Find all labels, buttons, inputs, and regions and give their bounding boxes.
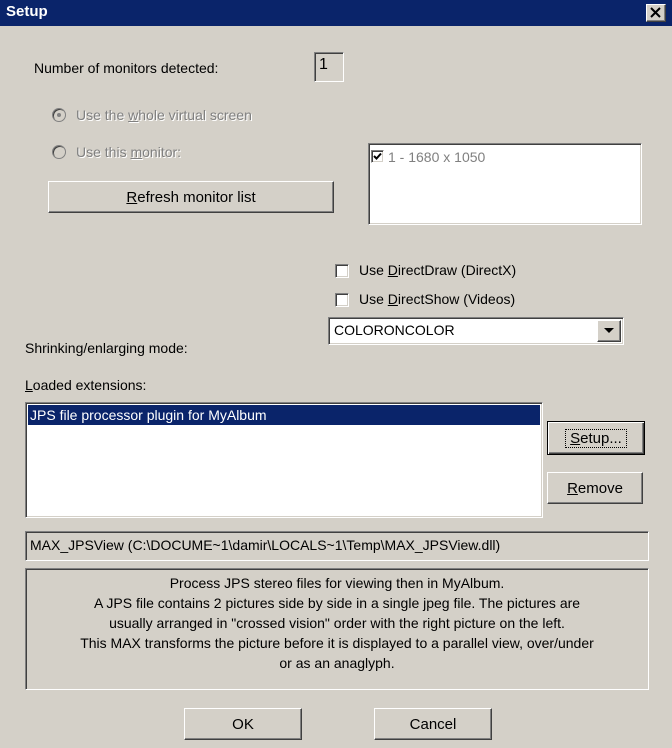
directdraw-checkbox[interactable] bbox=[335, 264, 349, 278]
extension-remove-button[interactable]: Remove bbox=[547, 472, 643, 504]
extension-setup-button[interactable]: Setup... bbox=[547, 421, 645, 455]
refresh-button-label: Refresh monitor list bbox=[126, 188, 256, 206]
description-line: or as an anaglyph. bbox=[279, 655, 395, 671]
setup-button-label: Setup... bbox=[565, 428, 627, 448]
radio-whole-virtual-screen[interactable] bbox=[52, 108, 66, 122]
description-line: usually arranged in "crossed vision" ord… bbox=[109, 615, 565, 631]
loaded-extensions-label: Loaded extensions: bbox=[25, 377, 147, 393]
monitors-count-value: 1 bbox=[319, 56, 328, 73]
cancel-button[interactable]: Cancel bbox=[374, 708, 492, 740]
remove-button-label: Remove bbox=[567, 479, 623, 497]
window-title: Setup bbox=[6, 3, 48, 20]
extension-list-item[interactable]: JPS file processor plugin for MyAlbum bbox=[28, 405, 540, 425]
chevron-down-icon bbox=[604, 328, 614, 333]
monitors-count-field: 1 bbox=[314, 52, 344, 82]
radio-this-label: Use this monitor: bbox=[76, 144, 182, 160]
directshow-label: Use DirectShow (Videos) bbox=[359, 291, 516, 307]
shrink-mode-value: COLORONCOLOR bbox=[334, 322, 455, 338]
close-icon bbox=[650, 7, 661, 18]
monitor-list-item-label: 1 - 1680 x 1050 bbox=[388, 149, 486, 165]
extension-path-field: MAX_JPSView (C:\DOCUME~1\damir\LOCALS~1\… bbox=[25, 531, 649, 561]
directdraw-label: Use DirectDraw (DirectX) bbox=[359, 262, 517, 278]
refresh-monitor-list-button[interactable]: Refresh monitor list bbox=[48, 181, 334, 213]
radio-this-monitor[interactable] bbox=[52, 145, 66, 159]
close-button[interactable] bbox=[646, 4, 666, 22]
directshow-checkbox[interactable] bbox=[335, 293, 349, 307]
title-bar[interactable] bbox=[0, 0, 672, 26]
description-line: This MAX transforms the picture before i… bbox=[80, 635, 594, 651]
ok-button[interactable]: OK bbox=[184, 708, 302, 740]
extension-path: MAX_JPSView (C:\DOCUME~1\damir\LOCALS~1\… bbox=[30, 537, 501, 553]
check-icon bbox=[373, 152, 382, 160]
radio-whole-label: Use the whole virtual screen bbox=[76, 107, 252, 123]
shrink-mode-label: Shrinking/enlarging mode: bbox=[25, 340, 188, 356]
monitors-count-label: Number of monitors detected: bbox=[34, 60, 219, 76]
description-line: A JPS file contains 2 pictures side by s… bbox=[93, 595, 581, 611]
shrink-mode-dropdown-button[interactable] bbox=[597, 320, 621, 342]
extensions-list[interactable]: JPS file processor plugin for MyAlbum bbox=[25, 402, 543, 518]
description-line: Process JPS stereo files for viewing the… bbox=[169, 575, 505, 591]
monitor-checkbox[interactable] bbox=[371, 150, 384, 163]
shrink-mode-select[interactable]: COLORONCOLOR bbox=[328, 317, 624, 345]
extension-description: Process JPS stereo files for viewing the… bbox=[25, 568, 649, 690]
monitor-list[interactable]: 1 - 1680 x 1050 bbox=[368, 143, 642, 225]
